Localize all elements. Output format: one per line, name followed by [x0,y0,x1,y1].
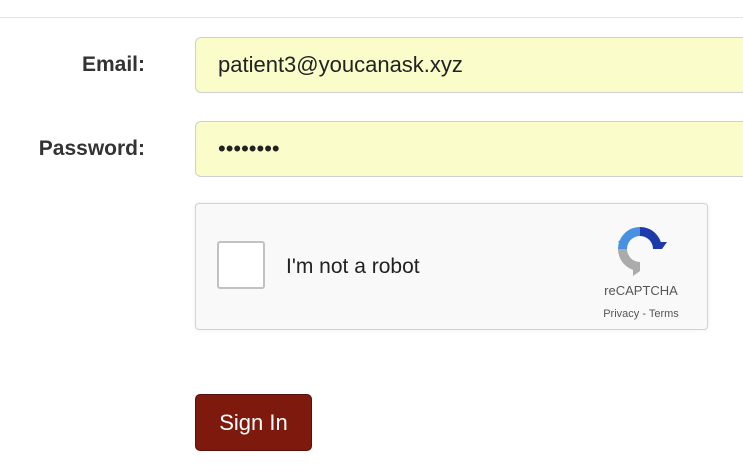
privacy-link[interactable]: Privacy [603,308,639,320]
top-divider [0,17,743,18]
link-separator: - [639,308,649,320]
recaptcha-brand: reCAPTCHA [604,283,678,298]
email-field[interactable] [195,37,743,93]
recaptcha-label: I'm not a robot [286,255,420,278]
recaptcha-widget: I'm not a robot reCAPTCHA Privacy - Term… [195,203,708,330]
terms-link[interactable]: Terms [649,308,679,320]
recaptcha-links: Privacy - Terms [576,308,706,320]
email-label: Email: [81,53,145,76]
sign-in-button[interactable]: Sign In [195,394,312,451]
login-form: Email: Password: I'm not a robot reCAPTC… [0,0,743,472]
recaptcha-checkbox[interactable] [217,241,265,289]
recaptcha-logo-icon [618,227,667,276]
password-label: Password: [38,137,145,160]
password-field[interactable] [195,121,743,177]
